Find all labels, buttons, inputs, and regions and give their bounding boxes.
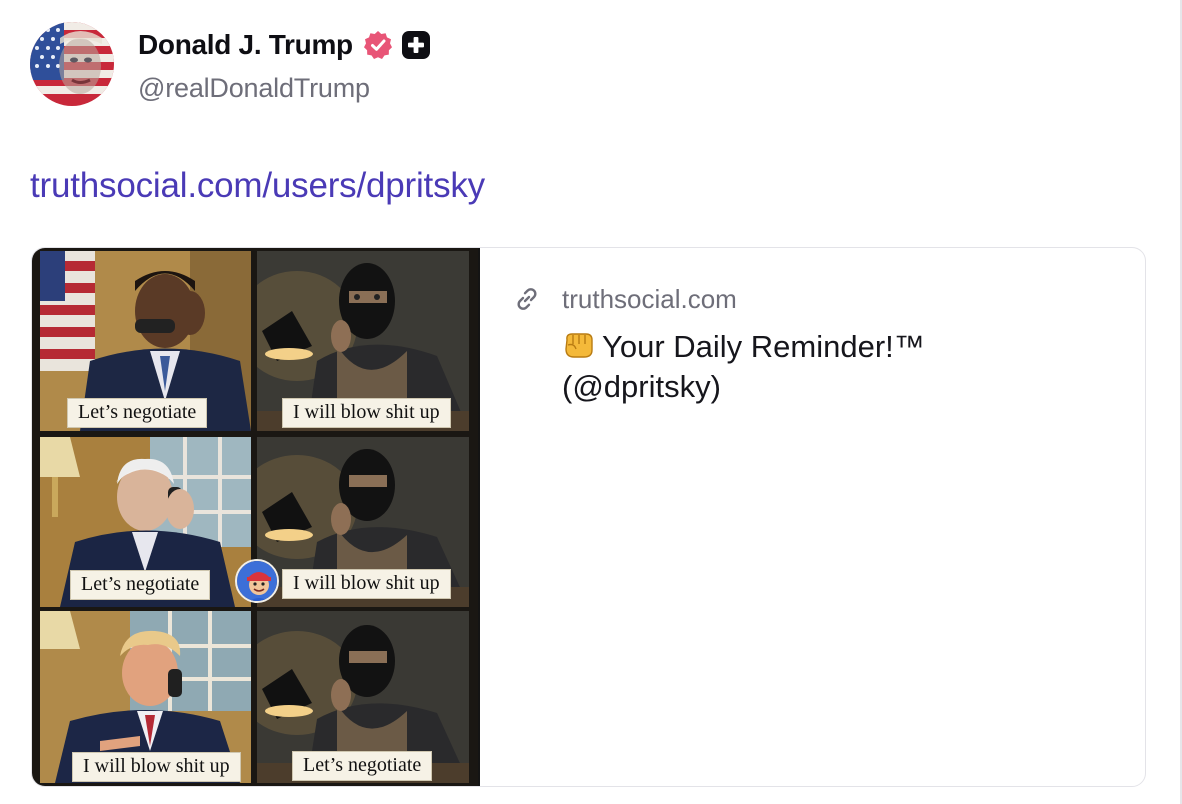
- watermark-avatar-icon: [235, 559, 279, 603]
- caption-row2-right: I will blow shit up: [282, 569, 451, 599]
- oncoming-fist-icon: [562, 330, 596, 360]
- post-header: Donald J. Trump @realDonaldTrump: [30, 22, 431, 106]
- caption-row3-left: I will blow shit up: [72, 752, 241, 782]
- avatar[interactable]: [30, 22, 114, 106]
- caption-row1-left: Let’s negotiate: [67, 398, 208, 428]
- link-icon: [512, 284, 542, 314]
- verified-badge-icon: [363, 30, 393, 60]
- post-body-link[interactable]: truthsocial.com/users/dpritsky: [30, 166, 485, 206]
- link-preview-card[interactable]: Let’s negotiate I will blow shit up Let’…: [31, 247, 1146, 787]
- author-handle[interactable]: @realDonaldTrump: [138, 73, 431, 104]
- display-name[interactable]: Donald J. Trump: [138, 29, 353, 61]
- author-meta: Donald J. Trump @realDonaldTrump: [138, 23, 431, 104]
- name-row: Donald J. Trump: [138, 23, 431, 67]
- card-info: truthsocial.com Your Daily Reminder!™ (@…: [512, 282, 1125, 407]
- plus-badge-icon: [401, 30, 431, 60]
- caption-row1-right: I will blow shit up: [282, 398, 451, 428]
- caption-row3-right: Let’s negotiate: [292, 751, 433, 781]
- caption-row2-left: Let’s negotiate: [70, 570, 211, 600]
- card-title[interactable]: Your Daily Reminder!™ (@dpritsky): [562, 327, 1042, 407]
- card-thumbnail[interactable]: Let’s negotiate I will blow shit up Let’…: [32, 248, 480, 786]
- card-domain: truthsocial.com: [562, 283, 737, 314]
- card-domain-row: truthsocial.com: [512, 282, 1125, 316]
- card-title-text: Your Daily Reminder!™ (@dpritsky): [562, 329, 925, 404]
